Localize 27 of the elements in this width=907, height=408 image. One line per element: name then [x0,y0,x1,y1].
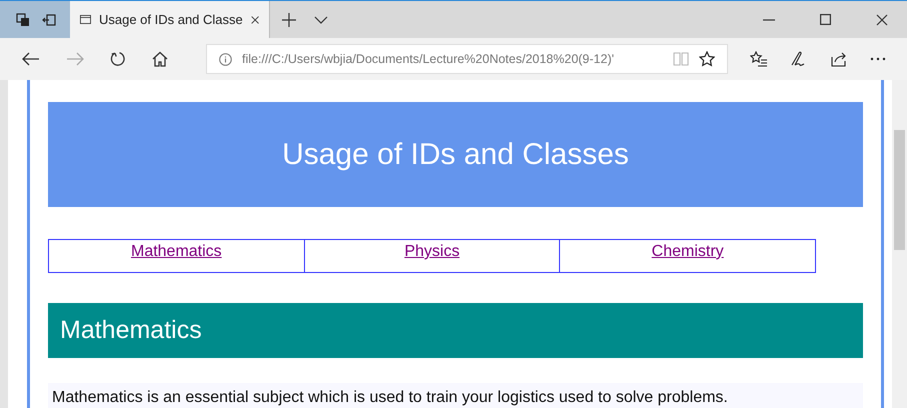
back-icon[interactable] [22,52,40,66]
paragraph: Mathematics is an essential subject which is used to train your logistics used to solve problems. [52,389,728,406]
tabs-aside-icon[interactable] [16,12,30,26]
new-tab-icon[interactable] [282,12,296,26]
restore-tabs-icon[interactable] [42,14,56,26]
minimize-icon[interactable] [763,18,775,20]
subject-link[interactable]: Physics [404,243,460,260]
subject-link[interactable]: Mathematics [130,243,222,260]
info-icon [219,52,232,66]
chevron-down-icon[interactable] [314,16,328,24]
star-icon[interactable] [699,51,715,67]
more-icon[interactable] [870,57,886,61]
page-icon [80,13,91,26]
home-icon[interactable] [152,51,168,67]
share-icon[interactable] [830,51,848,67]
maximize-icon[interactable] [820,14,831,25]
browser-tab[interactable]: Usage of IDs and Classe [70,1,270,38]
url-text: file:///C:/Users/wbjia/Documents/Lecture%20Notes/2018%20(9-12)' [242,52,616,66]
subject-link[interactable]: Chemistry [652,243,724,260]
page-title: Usage of IDs and Classes [282,138,629,172]
close-icon[interactable] [876,14,888,26]
close-tab-icon[interactable] [250,14,259,26]
section-heading: Mathematics [60,316,202,345]
refresh-icon[interactable] [110,51,126,67]
address-bar[interactable]: file:///C:/Users/wbjia/Documents/Lecture%20Notes/2018%20(9-12)' [206,44,728,74]
scrollbar[interactable] [892,80,907,408]
favorites-list-icon[interactable] [750,51,768,67]
